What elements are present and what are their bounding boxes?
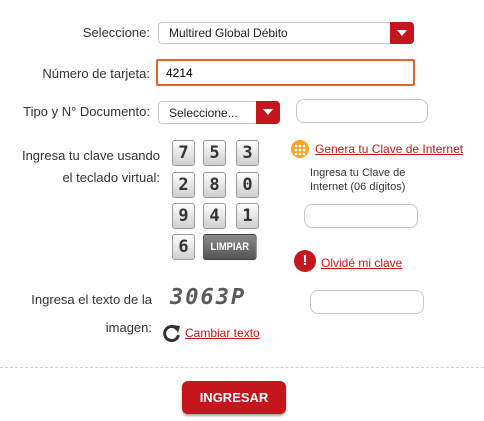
card-type-value: Multired Global Débito [169, 26, 288, 40]
refresh-icon[interactable] [162, 323, 182, 343]
clear-keypad-button[interactable]: LIMPIAR [203, 234, 257, 260]
captcha-label-line1: Ingresa el texto de la [31, 292, 152, 307]
captcha-input[interactable] [310, 290, 424, 314]
keypad-key[interactable]: 6 [172, 234, 195, 260]
keypad-key[interactable]: 7 [172, 140, 195, 166]
document-type-value: Seleccione... [169, 106, 238, 120]
captcha-label-line2: imagen: [105, 320, 152, 335]
login-button[interactable]: INGRESAR [182, 381, 286, 414]
document-number-input[interactable] [296, 99, 428, 123]
card-type-label: Seleccione: [82, 25, 150, 40]
captcha-image: 3063P [170, 285, 247, 310]
card-number-label: Número de tarjeta: [42, 66, 150, 81]
keypad-key[interactable]: 8 [203, 172, 226, 198]
keypad-label-line2: el teclado virtual: [62, 170, 160, 185]
generate-password-link[interactable]: Genera tu Clave de Internet [315, 142, 463, 156]
keypad-key[interactable]: 2 [172, 172, 195, 198]
forgot-password-link[interactable]: Olvidé mi clave [321, 256, 402, 270]
document-type-select[interactable]: Seleccione... [158, 101, 280, 124]
keypad-key[interactable]: 9 [172, 203, 195, 229]
keypad-key[interactable]: 4 [203, 203, 226, 229]
keypad-key[interactable]: 5 [203, 140, 226, 166]
divider [0, 367, 484, 368]
grid-dots-icon [291, 140, 309, 158]
password-hint-line2: Internet (06 dígitos) [310, 181, 406, 193]
keypad-label-line1: Ingresa tu clave usando [21, 148, 160, 163]
caret-down-icon[interactable] [390, 22, 414, 44]
change-captcha-link[interactable]: Cambiar texto [185, 326, 260, 340]
keypad-key[interactable]: 3 [236, 140, 259, 166]
exclamation-icon: ! [294, 250, 316, 272]
card-type-select[interactable]: Multired Global Débito [158, 22, 414, 44]
password-hint-line1: Ingresa tu Clave de [310, 167, 406, 179]
card-number-input[interactable] [156, 59, 415, 86]
keypad-key[interactable]: 1 [236, 203, 259, 229]
document-label: Tipo y N° Documento: [23, 104, 150, 119]
password-input[interactable] [304, 204, 418, 228]
caret-down-icon[interactable] [256, 101, 280, 124]
keypad-key[interactable]: 0 [236, 172, 259, 198]
